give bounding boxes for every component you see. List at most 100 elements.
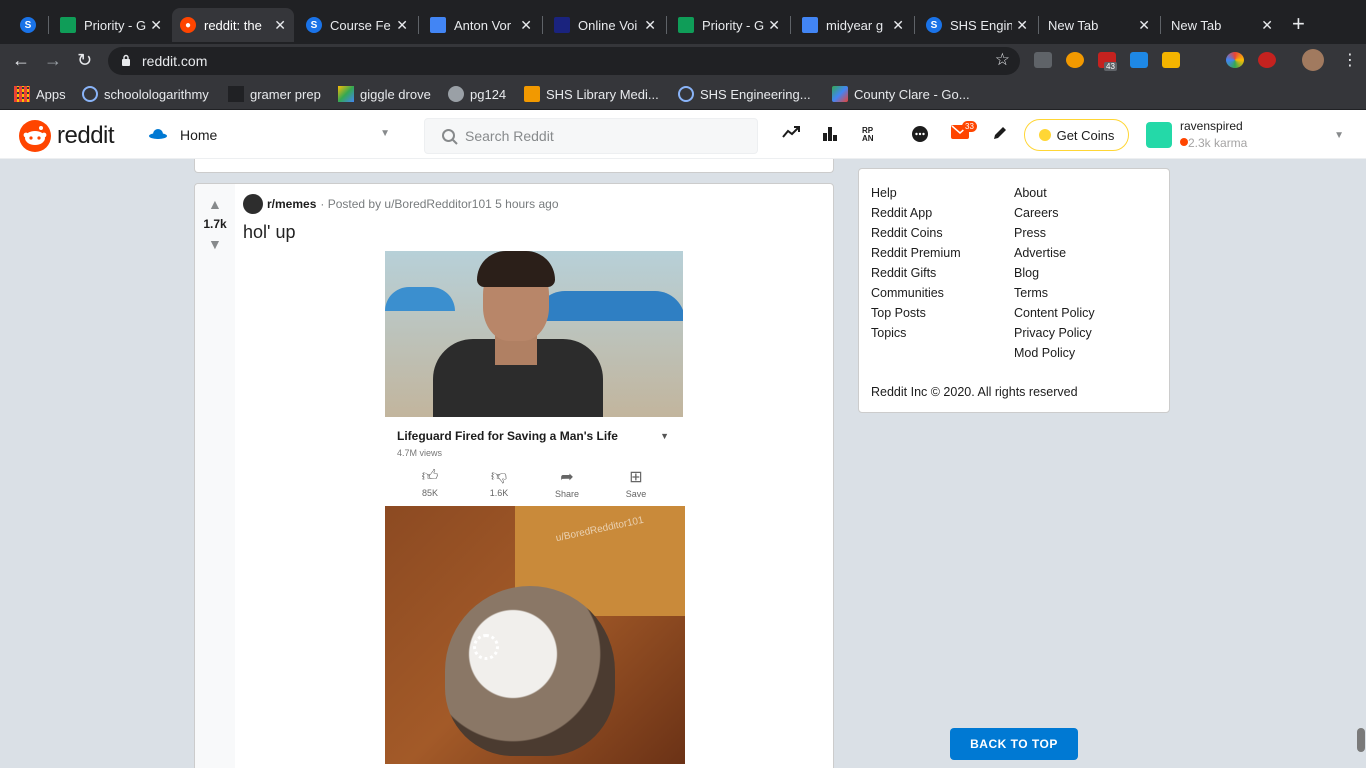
close-tab-icon[interactable]: ✕ [892,17,904,34]
footer-link[interactable]: Careers [1014,203,1095,223]
tab-title: Anton Vor [454,17,512,33]
footer-links-card: Help Reddit App Reddit Coins Reddit Prem… [858,168,1170,413]
post-card[interactable]: ▲ 1.7k ▼ r/memes · Posted by u/BoredRedd… [194,183,834,768]
schoology-icon [82,86,98,102]
bookmark-item[interactable]: SHS Engineering... [678,86,811,102]
reddit-header: reddit Home ▼ Search Reddit RP AN 33 Get … [0,110,1366,159]
close-tab-icon[interactable]: ✕ [768,17,780,34]
upvote-arrow-icon[interactable]: ▲ [208,196,222,212]
create-post-pencil-icon[interactable] [992,125,1008,141]
previous-post-card[interactable] [194,159,834,173]
close-tab-icon[interactable]: ✕ [274,17,286,34]
profile-avatar[interactable] [1302,49,1324,71]
browser-tab[interactable]: S [12,8,48,42]
user-menu[interactable]: ravenspired 2.3k karma ▼ [1146,118,1346,154]
close-tab-icon[interactable]: ✕ [520,17,532,34]
bookmark-item[interactable]: SHS Library Medi... [524,86,659,102]
browser-menu-icon[interactable]: ⋮ [1342,50,1358,70]
browser-tab[interactable]: S SHS Engin ✕ [918,8,1036,42]
footer-link[interactable]: Communities [871,283,961,303]
url-text: reddit.com [142,53,208,69]
tab-separator [1038,16,1039,34]
address-bar[interactable]: reddit.com ☆ [108,47,1020,75]
search-input[interactable]: Search Reddit [424,118,758,154]
bookmark-apps[interactable]: Apps [14,86,66,102]
bookmark-item[interactable]: giggle drove [338,86,431,102]
downvote-arrow-icon[interactable]: ▼ [208,236,222,252]
checkmark-extension-icon[interactable] [1130,52,1148,68]
footer-link[interactable]: Privacy Policy [1014,323,1095,343]
forward-icon[interactable]: → [44,50,62,71]
post-image-photo[interactable] [385,251,683,417]
chevron-down-icon: ▼ [660,431,669,441]
share-icon: ➦ [560,469,574,486]
trending-icon[interactable] [782,125,800,139]
close-tab-icon[interactable]: ✕ [1261,17,1273,34]
bookmark-item[interactable]: pg124 [448,86,506,102]
footer-link[interactable]: Blog [1014,263,1095,283]
google-docs-icon [430,17,446,33]
browser-tab[interactable]: Anton Vor ✕ [422,8,540,42]
footer-link[interactable]: Help [871,183,961,203]
footer-link[interactable]: Top Posts [871,303,961,323]
posted-by-text[interactable]: · Posted by u/BoredRedditor101 5 hours a… [320,197,558,211]
footer-link[interactable]: Press [1014,223,1095,243]
red-extension-icon[interactable] [1258,52,1276,68]
new-tab-button[interactable]: + [1292,13,1305,35]
bookmark-label: SHS Library Medi... [546,86,659,102]
karma-icon [1180,138,1188,146]
home-planet-icon [149,129,167,139]
footer-link[interactable]: Terms [1014,283,1095,303]
tab-separator [790,16,791,34]
bookmark-item[interactable]: schoolologarithmy [82,86,209,102]
close-tab-icon[interactable]: ✕ [150,17,162,34]
post-title[interactable]: hol' up [243,222,295,243]
color-picker-extension-icon[interactable] [1226,52,1244,68]
footer-link[interactable]: Mod Policy [1014,343,1095,363]
footer-link[interactable]: Reddit Premium [871,243,961,263]
back-to-top-button[interactable]: BACK TO TOP [950,728,1078,760]
reload-icon[interactable]: ↻ [77,50,92,71]
browser-tab[interactable]: New Tab ✕ [1163,8,1281,42]
username: ravenspired [1180,119,1243,133]
scrollbar-thumb[interactable] [1357,728,1365,752]
bookmark-item[interactable]: gramer prep [228,86,321,102]
get-coins-button[interactable]: Get Coins [1024,119,1129,151]
close-tab-icon[interactable]: ✕ [396,17,408,34]
tab-title: Online Voi [578,17,638,33]
home-dropdown[interactable]: Home ▼ [148,118,396,152]
post-image-cat[interactable]: u/BoredRedditor101 [385,506,685,764]
back-icon[interactable]: ← [12,50,30,71]
box-extension-icon[interactable] [1162,52,1180,68]
bookmark-label: County Clare - Go... [854,86,970,102]
browser-tab[interactable]: midyear g ✕ [794,8,912,42]
browser-tab[interactable]: Priority - G ✕ [670,8,788,42]
reddit-logo[interactable]: reddit [19,120,115,152]
subreddit-icon[interactable] [243,194,263,214]
subreddit-link[interactable]: r/memes [267,197,316,211]
browser-tab[interactable]: Priority - G ✕ [52,8,170,42]
close-tab-icon[interactable]: ✕ [1138,17,1150,34]
chat-icon[interactable] [911,125,929,143]
footer-link[interactable]: Reddit Coins [871,223,961,243]
browser-tab[interactable]: S Course Fe ✕ [298,8,416,42]
bookmark-star-icon[interactable]: ☆ [995,50,1010,70]
close-tab-icon[interactable]: ✕ [644,17,656,34]
footer-link[interactable]: Advertise [1014,243,1095,263]
blank-extension-icon[interactable] [1194,52,1212,68]
close-tab-icon[interactable]: ✕ [1016,17,1028,34]
browser-tab[interactable]: New Tab ✕ [1040,8,1158,42]
browser-tab-active[interactable]: ● reddit: the ✕ [172,8,294,42]
crx-extension-icon[interactable] [1034,52,1052,68]
footer-link[interactable]: About [1014,183,1095,203]
footer-link[interactable]: Reddit App [871,203,961,223]
browser-tab[interactable]: Online Voi ✕ [546,8,664,42]
footer-link[interactable]: Reddit Gifts [871,263,961,283]
r-all-icon[interactable]: RPAN [862,125,880,141]
footer-link[interactable]: Content Policy [1014,303,1095,323]
footer-link[interactable]: Topics [871,323,961,343]
bookmark-item[interactable]: County Clare - Go... [832,86,970,102]
owl-extension-icon[interactable] [1066,52,1084,68]
leaderboard-icon[interactable] [822,125,838,141]
video-share: ➦ Share [542,467,592,499]
